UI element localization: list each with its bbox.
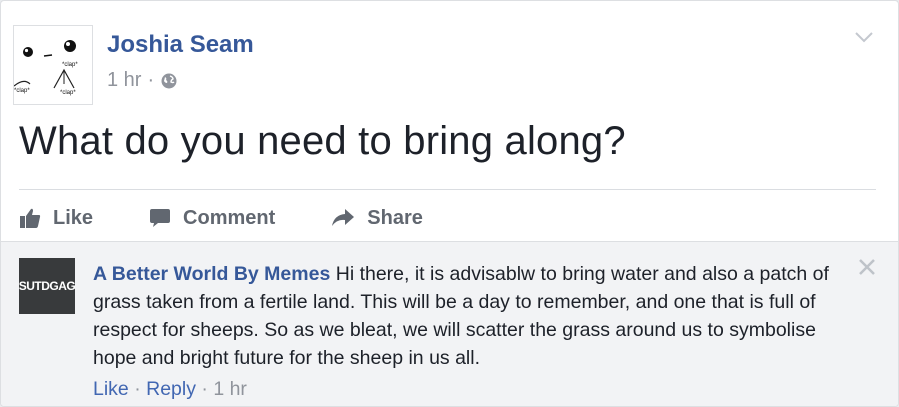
comment-foot-separator: · (201, 378, 208, 400)
avatar-caption: *clap* (62, 62, 78, 68)
comment-author-name[interactable]: A Better World By Memes (93, 263, 330, 285)
comment-footer: Like · Reply · 1 hr (93, 378, 247, 401)
comment-like-link[interactable]: Like (93, 378, 129, 400)
like-button[interactable]: Like (19, 207, 93, 230)
share-button[interactable]: Share (331, 207, 423, 230)
comment-body: A Better World By Memes Hi there, it is … (93, 260, 863, 372)
commenter-avatar-text: SUTDGAG (18, 279, 76, 293)
post-timestamp[interactable]: 1 hr (107, 69, 141, 92)
post-actions: Like Comment Share (19, 201, 479, 235)
commenter-avatar[interactable]: SUTDGAG (18, 258, 76, 314)
chevron-down-icon[interactable] (852, 27, 876, 47)
comment-label: Comment (183, 206, 276, 229)
share-arrow-icon (332, 209, 355, 226)
author-avatar[interactable]: *clap* *clap* *clap* (13, 25, 93, 105)
like-label: Like (53, 206, 94, 229)
post-text: What do you need to bring along? (19, 119, 626, 163)
post-divider (19, 189, 876, 190)
close-icon[interactable] (856, 256, 878, 278)
avatar-caption: *clap* (60, 90, 76, 96)
comment-timestamp[interactable]: 1 hr (213, 378, 247, 400)
meta-separator: · (147, 69, 155, 91)
comment-icon (150, 209, 171, 227)
post-author-name[interactable]: Joshia Seam (107, 31, 254, 59)
comment-reply-link[interactable]: Reply (146, 378, 196, 400)
thumbs-up-icon (20, 208, 41, 228)
avatar-caption: *clap* (14, 88, 30, 94)
comment-foot-separator: · (134, 378, 141, 400)
comment-button[interactable]: Comment (149, 207, 275, 230)
share-label: Share (367, 206, 423, 229)
comments-section: SUTDGAG A Better World By Memes Hi there… (1, 241, 898, 406)
post-card: *clap* *clap* *clap* Joshia Seam 1 hr · … (0, 0, 899, 407)
post-meta: 1 hr · (107, 69, 178, 92)
globe-icon[interactable] (160, 72, 178, 90)
clapping-face-icon: *clap* *clap* *clap* (13, 40, 78, 96)
